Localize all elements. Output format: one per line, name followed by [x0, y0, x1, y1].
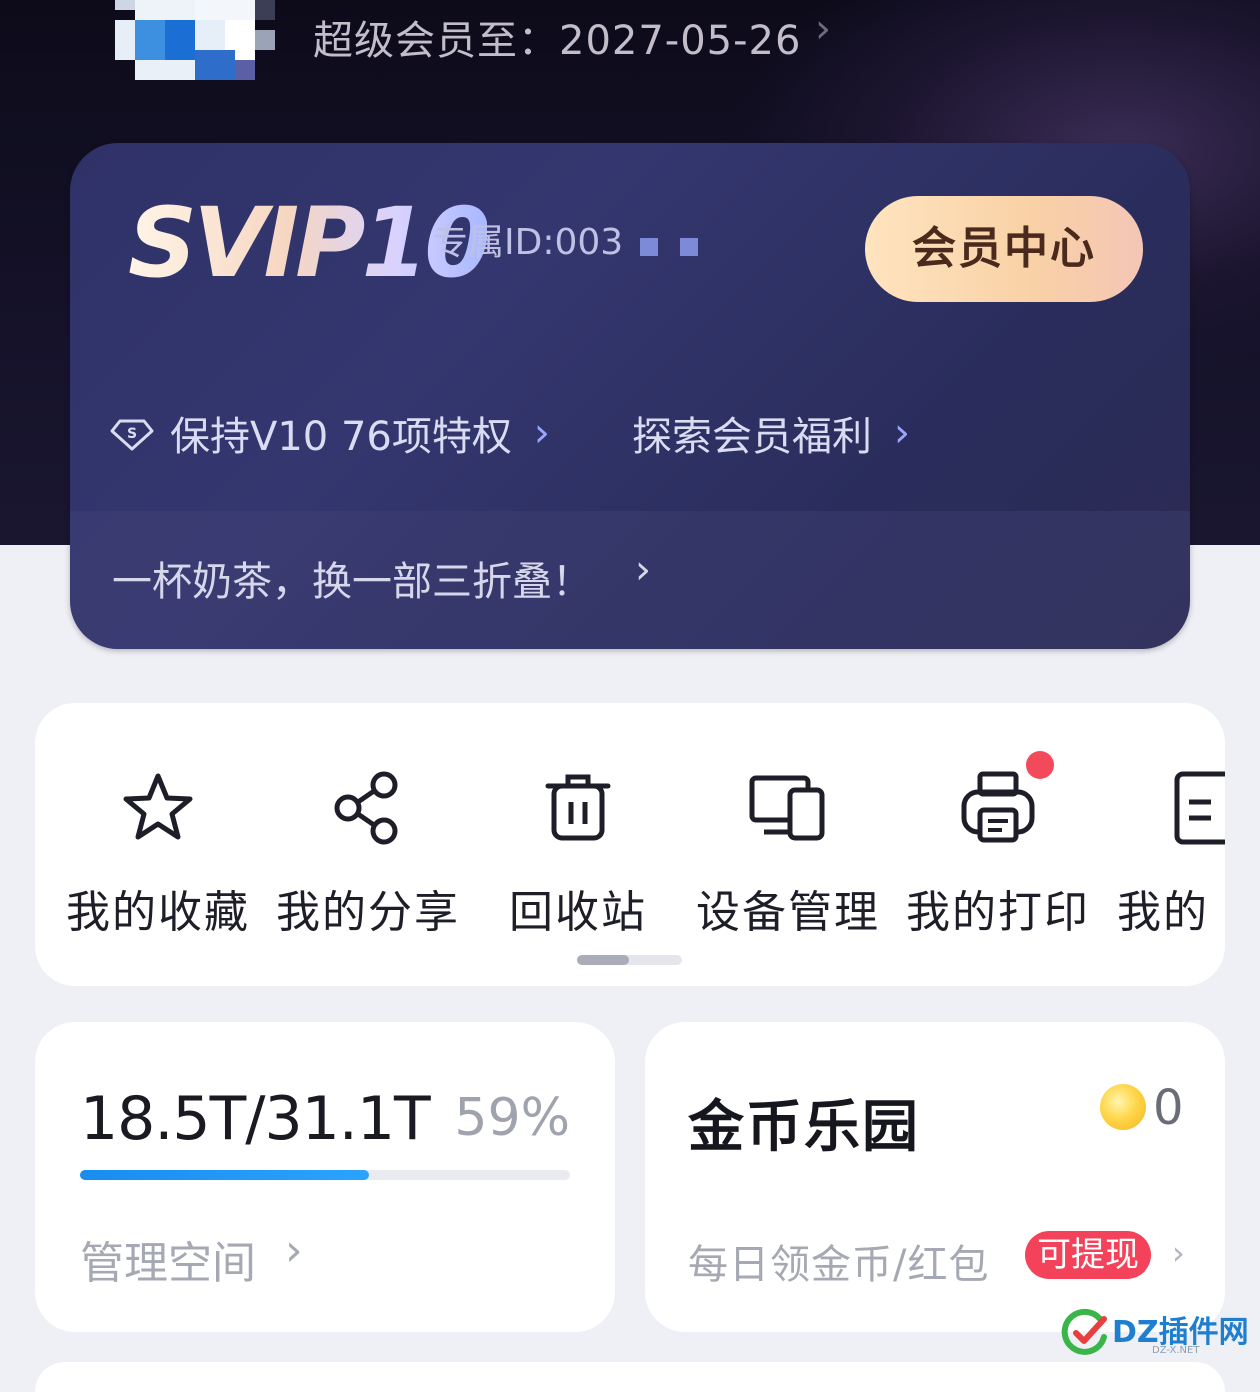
tool-print[interactable]: 我的打印 — [893, 768, 1103, 940]
notification-dot — [1026, 751, 1054, 779]
tools-panel: 我的收藏 我的分享 回收站 设备管理 我的打印 我的 — [35, 703, 1225, 986]
coin-count: 0 — [1153, 1080, 1184, 1136]
tool-label: 我的收藏 — [66, 887, 250, 938]
vip-card[interactable]: SVIP10 专属ID:003 会员中心 S 保持V10 76项特权 › 探索会… — [70, 143, 1190, 649]
star-icon — [123, 773, 193, 840]
withdraw-badge: 可提现 — [1025, 1231, 1151, 1279]
coin-park-card[interactable]: 金币乐园 0 每日领金币/红包 可提现 › — [645, 1022, 1225, 1332]
tools-scroll-indicator — [577, 955, 682, 965]
chevron-right-icon: › — [815, 6, 831, 52]
watermark: DZ插件网 DZ-X.NET — [1060, 1305, 1250, 1365]
storage-progress-fill — [80, 1170, 370, 1180]
share-icon — [334, 771, 398, 845]
privilege-link[interactable]: S 保持V10 76项特权 › — [110, 408, 550, 460]
tool-shares[interactable]: 我的分享 — [263, 768, 473, 940]
chevron-right-icon: › — [635, 547, 651, 593]
tool-label: 设备管理 — [696, 887, 880, 938]
diamond-icon: S — [110, 419, 154, 451]
printer-icon — [961, 771, 1035, 843]
promo-text: 一杯奶茶，换一部三折叠！ — [112, 559, 592, 605]
explore-text: 探索会员福利 — [632, 414, 872, 460]
tool-more[interactable]: 我的 — [1103, 768, 1225, 940]
tool-label: 我的分享 — [276, 887, 460, 938]
avatar[interactable] — [115, 0, 275, 80]
devices-icon — [749, 775, 825, 841]
watermark-logo-icon — [1061, 1308, 1107, 1355]
explore-benefits-link[interactable]: 探索会员福利 › — [632, 408, 910, 460]
storage-card[interactable]: 18.5T/31.1T 59% 管理空间 › — [35, 1022, 615, 1332]
member-center-button[interactable]: 会员中心 — [865, 196, 1143, 302]
chevron-right-icon: › — [533, 410, 550, 456]
trash-icon — [545, 774, 611, 841]
coin-icon — [1100, 1084, 1146, 1130]
chevron-right-icon: › — [1172, 1234, 1185, 1272]
manage-space-link[interactable]: 管理空间 — [80, 1227, 256, 1291]
daily-coins-text[interactable]: 每日领金币/红包 — [688, 1232, 989, 1290]
tool-label: 我的 — [1117, 887, 1209, 938]
privilege-text: 保持V10 76项特权 — [170, 414, 512, 460]
next-card-edge — [35, 1362, 1225, 1392]
document-icon — [1174, 771, 1225, 845]
tool-favorites[interactable]: 我的收藏 — [53, 768, 263, 940]
vip-expiry-text[interactable]: 超级会员至：2027-05-26 — [313, 8, 801, 66]
promo-banner[interactable]: 一杯奶茶，换一部三折叠！ › — [70, 511, 1190, 649]
svg-text:S: S — [127, 426, 137, 442]
storage-progress-bar — [80, 1170, 570, 1180]
coin-park-title: 金币乐园 — [688, 1095, 920, 1160]
tool-devices[interactable]: 设备管理 — [683, 768, 893, 940]
member-id: 专属ID:003 — [432, 222, 624, 263]
tool-label: 回收站 — [509, 887, 647, 938]
tool-label: 我的打印 — [906, 887, 1090, 938]
scroll-thumb — [577, 955, 629, 965]
storage-amount: 18.5T/31.1T — [80, 1084, 431, 1154]
watermark-subtext: DZ-X.NET — [1152, 1345, 1200, 1356]
chevron-right-icon: › — [894, 410, 910, 456]
chevron-right-icon: › — [285, 1225, 303, 1276]
tool-recycle-bin[interactable]: 回收站 — [473, 768, 683, 940]
member-id-redacted — [640, 238, 720, 260]
storage-percent: 59% — [454, 1088, 570, 1148]
